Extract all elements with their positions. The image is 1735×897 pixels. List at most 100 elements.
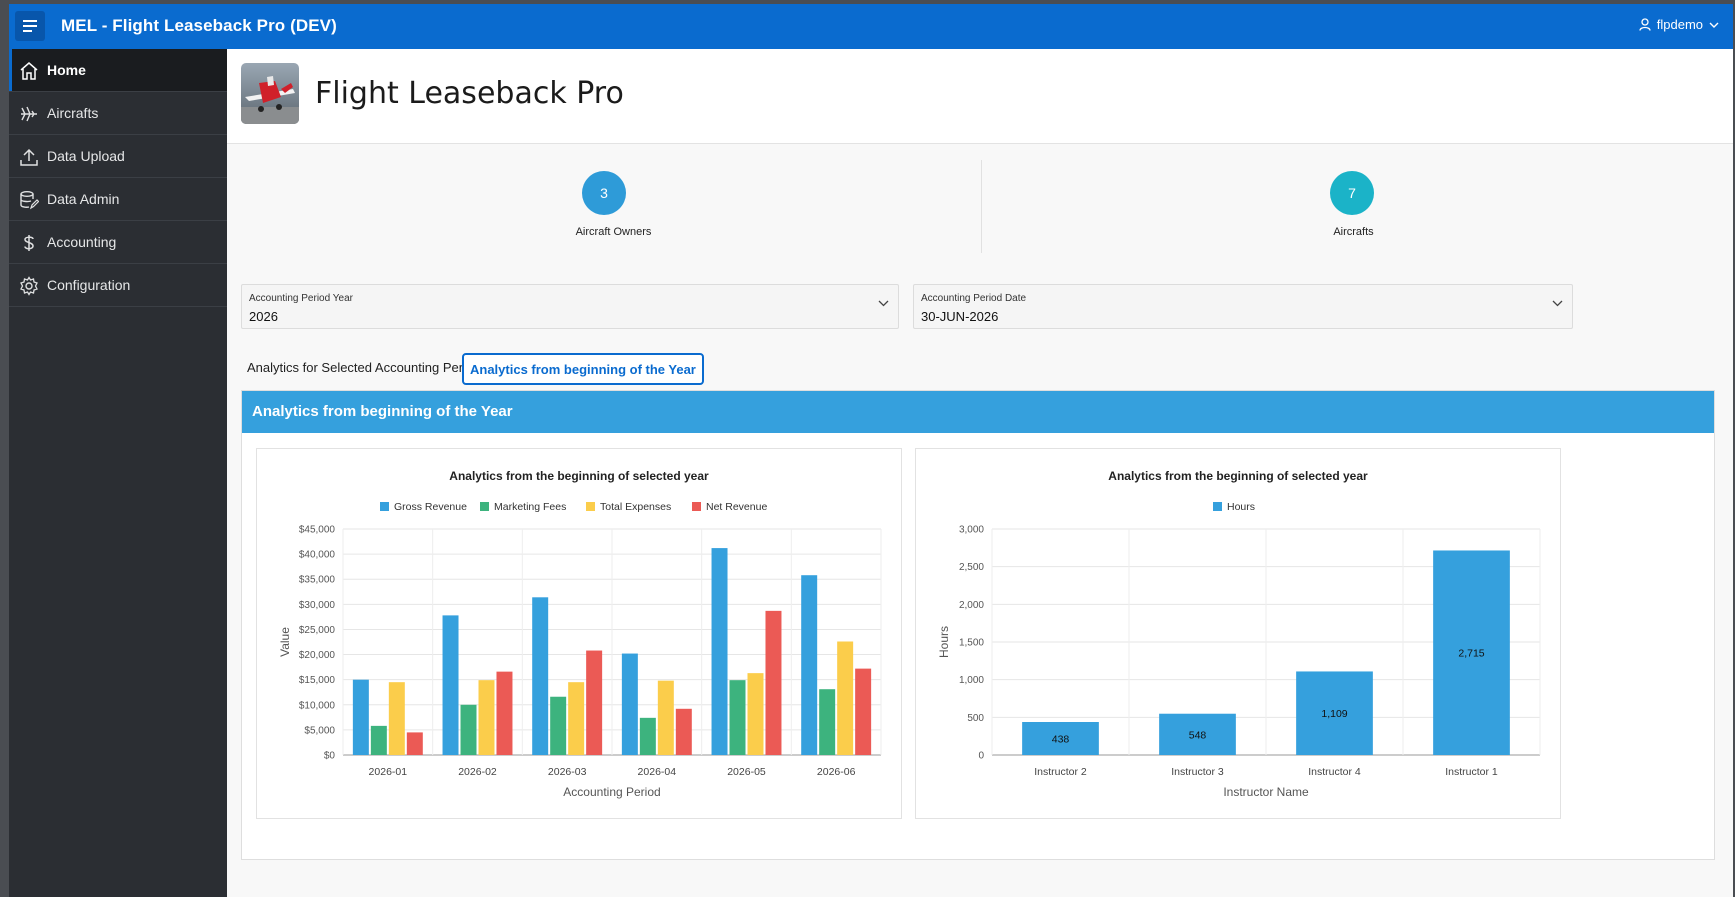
data-label: 548 (1189, 729, 1207, 741)
y-tick-label: $20,000 (299, 650, 336, 661)
accounting-period-date-select[interactable]: Accounting Period Date 30-JUN-2026 (913, 284, 1573, 329)
y-tick-label: $5,000 (304, 725, 335, 736)
bar (657, 680, 674, 755)
hours-bar-chart: 0 500 1,000 1,500 2,000 2,500 3,000 Instructor … (937, 501, 1541, 799)
bar (639, 717, 656, 755)
sidebar-item-data-admin[interactable]: Data Admin (9, 178, 227, 221)
app-window: MEL - Flight Leaseback Pro (DEV) flpdemo… (9, 4, 1733, 897)
stats-divider (981, 160, 982, 253)
gear-icon (20, 276, 38, 296)
legend-label: Gross Revenue (394, 501, 467, 513)
bar (747, 673, 764, 755)
bar (819, 689, 836, 755)
x-tick-label: 2026-04 (638, 766, 677, 778)
legend-swatch (1213, 502, 1222, 511)
bar (801, 575, 818, 755)
y-axis-label: Value (278, 627, 292, 657)
bar (586, 650, 603, 755)
y-tick-label: $40,000 (299, 550, 336, 561)
y-axis-label: Hours (937, 626, 951, 658)
user-menu[interactable]: flpdemo (1639, 17, 1719, 32)
y-tick-label: 0 (978, 751, 984, 762)
accounting-period-year-select[interactable]: Accounting Period Year 2026 (241, 284, 899, 329)
bar (621, 653, 638, 755)
y-tick-label: 1,000 (959, 675, 984, 686)
tab-selected-period[interactable]: Analytics for Selected Accounting Period (241, 353, 486, 385)
financial-chart-card: Analytics from the beginning of selected… (256, 448, 902, 819)
data-label: 1,109 (1321, 708, 1347, 720)
sidebar-item-label: Data Upload (47, 148, 125, 164)
hours-chart-card: Analytics from the beginning of selected… (915, 448, 1561, 819)
hero-banner: Flight Leaseback Pro (227, 49, 1733, 144)
aircraft-logo-image (241, 63, 299, 124)
stat-badge: 3 (582, 171, 626, 215)
legend-label: Net Revenue (706, 501, 767, 513)
home-icon (20, 62, 38, 80)
sidebar-item-label: Home (47, 62, 86, 78)
x-tick-label: Instructor 2 (1034, 766, 1087, 778)
x-tick-label: 2026-03 (548, 766, 587, 778)
bar (711, 548, 728, 755)
page-title: Flight Leaseback Pro (315, 76, 624, 111)
legend-swatch (380, 502, 389, 511)
hamburger-icon (23, 20, 37, 32)
bar (765, 610, 782, 755)
x-axis-label: Instructor Name (1223, 785, 1309, 799)
y-tick-label: 3,000 (959, 525, 984, 536)
bar (442, 615, 459, 755)
bar (460, 704, 477, 755)
user-name: flpdemo (1656, 17, 1703, 32)
legend-swatch (692, 502, 701, 511)
region-title: Analytics from beginning of the Year (242, 391, 1714, 433)
y-tick-label: 2,000 (959, 600, 984, 611)
sidebar: Home Aircrafts Data Upload Data Admin Ac… (9, 49, 227, 897)
stat-aircrafts[interactable]: 7 Aircrafts (981, 157, 1726, 257)
legend-label: Hours (1227, 501, 1255, 513)
x-tick-label: Instructor 1 (1445, 766, 1498, 778)
bar (478, 680, 495, 755)
legend-swatch (480, 502, 489, 511)
chevron-down-icon (1709, 22, 1719, 28)
y-tick-label: 500 (967, 713, 984, 724)
x-axis-label: Accounting Period (563, 785, 660, 799)
sidebar-item-label: Aircrafts (47, 105, 99, 121)
stat-aircraft-owners[interactable]: 3 Aircraft Owners (241, 157, 986, 257)
y-tick-label: 2,500 (959, 562, 984, 573)
bar (532, 597, 549, 755)
tab-beginning-of-year[interactable]: Analytics from beginning of the Year (462, 353, 704, 385)
sidebar-item-accounting[interactable]: Accounting (9, 221, 227, 264)
y-tick-label: 1,500 (959, 638, 984, 649)
menu-toggle-button[interactable] (15, 11, 45, 41)
data-label: 2,715 (1458, 648, 1484, 660)
sidebar-item-aircrafts[interactable]: Aircrafts (9, 92, 227, 135)
data-label: 438 (1052, 734, 1070, 746)
bar (729, 680, 746, 755)
sidebar-item-home[interactable]: Home (9, 49, 227, 92)
plane-icon (21, 106, 37, 122)
select-label: Accounting Period Date (921, 293, 1027, 304)
bar (352, 679, 369, 755)
financial-bar-chart: $0 $5,000 $10,000 $15,000 $20,000 $25,000 $30,… (278, 501, 882, 799)
app-title: MEL - Flight Leaseback Pro (DEV) (61, 16, 337, 35)
sidebar-item-configuration[interactable]: Configuration (9, 264, 227, 307)
x-tick-label: 2026-02 (458, 766, 497, 778)
bar (406, 732, 423, 755)
stat-badge: 7 (1330, 171, 1374, 215)
sidebar-item-data-upload[interactable]: Data Upload (9, 135, 227, 178)
stat-label: Aircraft Owners (575, 226, 652, 238)
chevron-down-icon (1552, 300, 1563, 307)
x-tick-label: 2026-06 (817, 766, 856, 778)
select-value: 2026 (249, 309, 278, 324)
sidebar-item-label: Data Admin (47, 191, 120, 207)
bar (370, 725, 387, 755)
bar (675, 708, 692, 755)
x-tick-label: Instructor 4 (1308, 766, 1361, 778)
database-edit-icon (20, 191, 39, 210)
legend-swatch (586, 502, 595, 511)
y-tick-label: $0 (324, 751, 336, 762)
x-tick-label: Instructor 3 (1171, 766, 1224, 778)
bar (388, 682, 405, 755)
user-icon (1639, 18, 1651, 31)
bar (837, 641, 854, 755)
stat-label: Aircrafts (1333, 226, 1374, 238)
